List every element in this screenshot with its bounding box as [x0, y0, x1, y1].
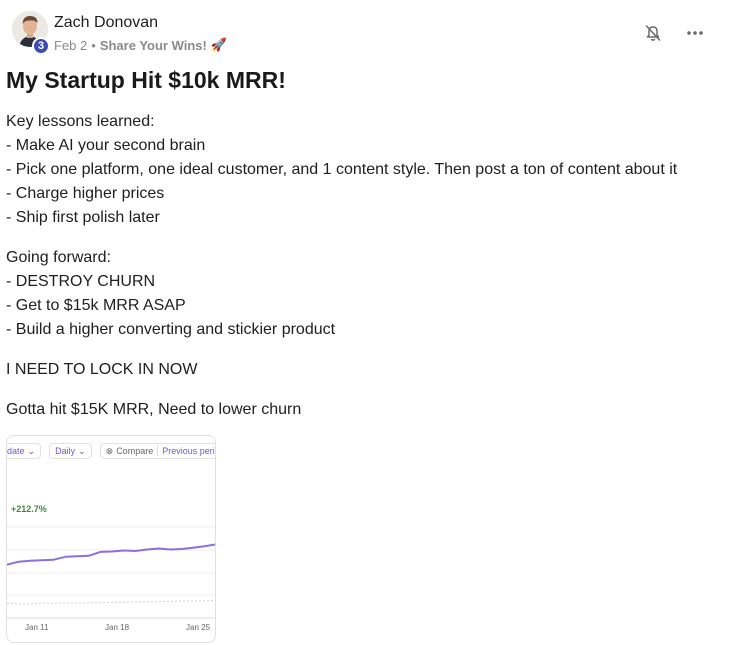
date-range-chip[interactable]: date ⌄ [7, 443, 42, 459]
post-header: 3 Zach Donovan Feb 2 • Share Your Wins! … [10, 10, 730, 56]
series-line-current [7, 543, 215, 566]
author-name[interactable]: Zach Donovan [54, 14, 158, 32]
interval-chip-label: Daily [55, 446, 76, 456]
post-line: Key lessons learned: [6, 113, 155, 130]
date-chip-label: date [7, 446, 25, 456]
chip-divider [157, 446, 159, 456]
chevron-down-icon: ⌄ [78, 445, 86, 456]
post-line: - Make AI your second brain [6, 137, 206, 154]
paragraph-goal: Gotta hit $15K MRR, Need to lower churn [6, 398, 726, 422]
post-line: - Build a higher converting and stickier… [6, 321, 336, 338]
post-date[interactable]: Feb 2 [54, 38, 87, 53]
mrr-line-chart [7, 526, 215, 619]
close-circle-icon: ⊗ [105, 445, 114, 456]
meta-separator: • [91, 37, 96, 53]
post-line: - Charge higher prices [6, 185, 165, 202]
post-meta: Feb 2 • Share Your Wins! 🚀 [54, 37, 227, 53]
series-line-previous [7, 599, 215, 605]
paragraph-lock-in: I NEED TO LOCK IN NOW [6, 358, 726, 382]
post-body: Key lessons learned: - Make AI your seco… [6, 110, 726, 438]
interval-chip[interactable]: Daily ⌄ [49, 443, 92, 459]
x-tick-label: Jan 25 [186, 623, 211, 632]
compare-chip[interactable]: ⊗ Compare Previous period [99, 443, 215, 459]
level-badge: 3 [32, 37, 50, 55]
paragraph-lessons: Key lessons learned: - Make AI your seco… [6, 110, 726, 230]
post-line: - Get to $15k MRR ASAP [6, 297, 186, 314]
more-horizontal-icon[interactable] [684, 22, 706, 44]
author-avatar-wrapper[interactable]: 3 [10, 10, 50, 55]
chart-image-attachment[interactable]: date ⌄ Daily ⌄ ⊗ Compare Previous period… [6, 435, 216, 643]
post-title: My Startup Hit $10k MRR! [6, 67, 286, 93]
x-tick-label: Jan 18 [105, 623, 130, 632]
change-percent: +212.7% [11, 504, 47, 514]
paragraph-going-forward: Going forward: - DESTROY CHURN - Get to … [6, 246, 726, 342]
post-line: Gotta hit $15K MRR, Need to lower churn [6, 401, 302, 418]
category-link[interactable]: Share Your Wins! [100, 38, 207, 53]
bell-off-icon[interactable] [642, 22, 664, 44]
header-actions [642, 22, 706, 44]
post-line: - Ship first polish later [6, 209, 160, 226]
category-emoji: 🚀 [210, 37, 228, 52]
compare-label: Compare [116, 446, 154, 456]
compare-value: Previous period [162, 446, 215, 456]
post-line: - DESTROY CHURN [6, 273, 156, 290]
post-line: - Pick one platform, one ideal customer,… [6, 161, 678, 178]
chart-toolbar: date ⌄ Daily ⌄ ⊗ Compare Previous period [7, 443, 215, 459]
x-tick-label: Jan 11 [25, 623, 49, 632]
post-line: Going forward: [6, 249, 111, 266]
post-line: I NEED TO LOCK IN NOW [6, 361, 198, 378]
chevron-down-icon: ⌄ [27, 445, 36, 456]
